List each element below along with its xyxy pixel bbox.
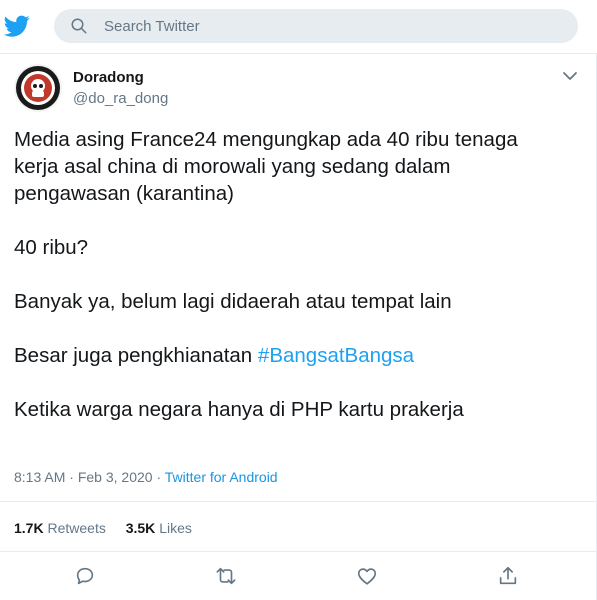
- tweet-meta: 8:13 AM · Feb 3, 2020 · Twitter for Andr…: [14, 469, 278, 485]
- tweet-card: Doradong @do_ra_dong Media asing France2…: [0, 54, 597, 600]
- divider: [0, 551, 597, 552]
- tweet-line: Ketika warga negara hanya di PHP kartu p…: [14, 398, 464, 421]
- meta-separator: ·: [69, 469, 74, 485]
- tweet-line: Banyak ya, belum lagi didaerah atau temp…: [14, 290, 452, 313]
- like-icon[interactable]: [356, 565, 378, 587]
- share-icon[interactable]: [497, 565, 519, 587]
- divider: [0, 501, 597, 502]
- hashtag-link[interactable]: #BangsatBangsa: [258, 344, 414, 367]
- tweet-text: Media asing France24 mengungkap ada 40 r…: [14, 126, 584, 423]
- search-box[interactable]: Search Twitter: [54, 9, 578, 43]
- tweet-stats: 1.7K Retweets 3.5K Likes: [14, 520, 208, 536]
- reply-icon[interactable]: [74, 565, 96, 587]
- search-icon: [71, 18, 87, 34]
- tweet-line: pengawasan (karantina): [14, 182, 234, 205]
- retweets-label: Retweets: [47, 520, 106, 536]
- author-name[interactable]: Doradong: [73, 69, 144, 86]
- tweet-line: Besar juga pengkhianatan #BangsatBangsa: [14, 342, 584, 369]
- author-handle[interactable]: @do_ra_dong: [73, 90, 168, 107]
- tweet-time[interactable]: 8:13 AM: [14, 469, 65, 485]
- tweet-actions: [0, 564, 597, 590]
- tweet-line: 40 ribu?: [14, 236, 89, 259]
- tweet-source-link[interactable]: Twitter for Android: [165, 469, 278, 485]
- likes-stat[interactable]: 3.5K Likes: [126, 520, 192, 536]
- retweet-icon[interactable]: [215, 565, 237, 587]
- search-input[interactable]: Search Twitter: [104, 18, 200, 35]
- tweet-line-text: Besar juga pengkhianatan: [14, 344, 258, 367]
- chevron-down-icon[interactable]: [562, 70, 578, 82]
- avatar-badge-icon: [14, 64, 62, 112]
- retweets-count: 1.7K: [14, 520, 44, 536]
- likes-label: Likes: [159, 520, 192, 536]
- tweet-date[interactable]: Feb 3, 2020: [78, 469, 153, 485]
- meta-separator: ·: [156, 469, 162, 485]
- avatar[interactable]: [14, 64, 62, 112]
- tweet-line: kerja asal china di morowali yang sedang…: [14, 155, 451, 178]
- likes-count: 3.5K: [125, 520, 156, 536]
- tweet-line: Media asing France24 mengungkap ada 40 r…: [14, 128, 518, 151]
- top-bar: Search Twitter: [0, 0, 597, 54]
- twitter-logo-icon[interactable]: [4, 13, 30, 39]
- retweets-stat[interactable]: 1.7K Retweets: [14, 520, 106, 536]
